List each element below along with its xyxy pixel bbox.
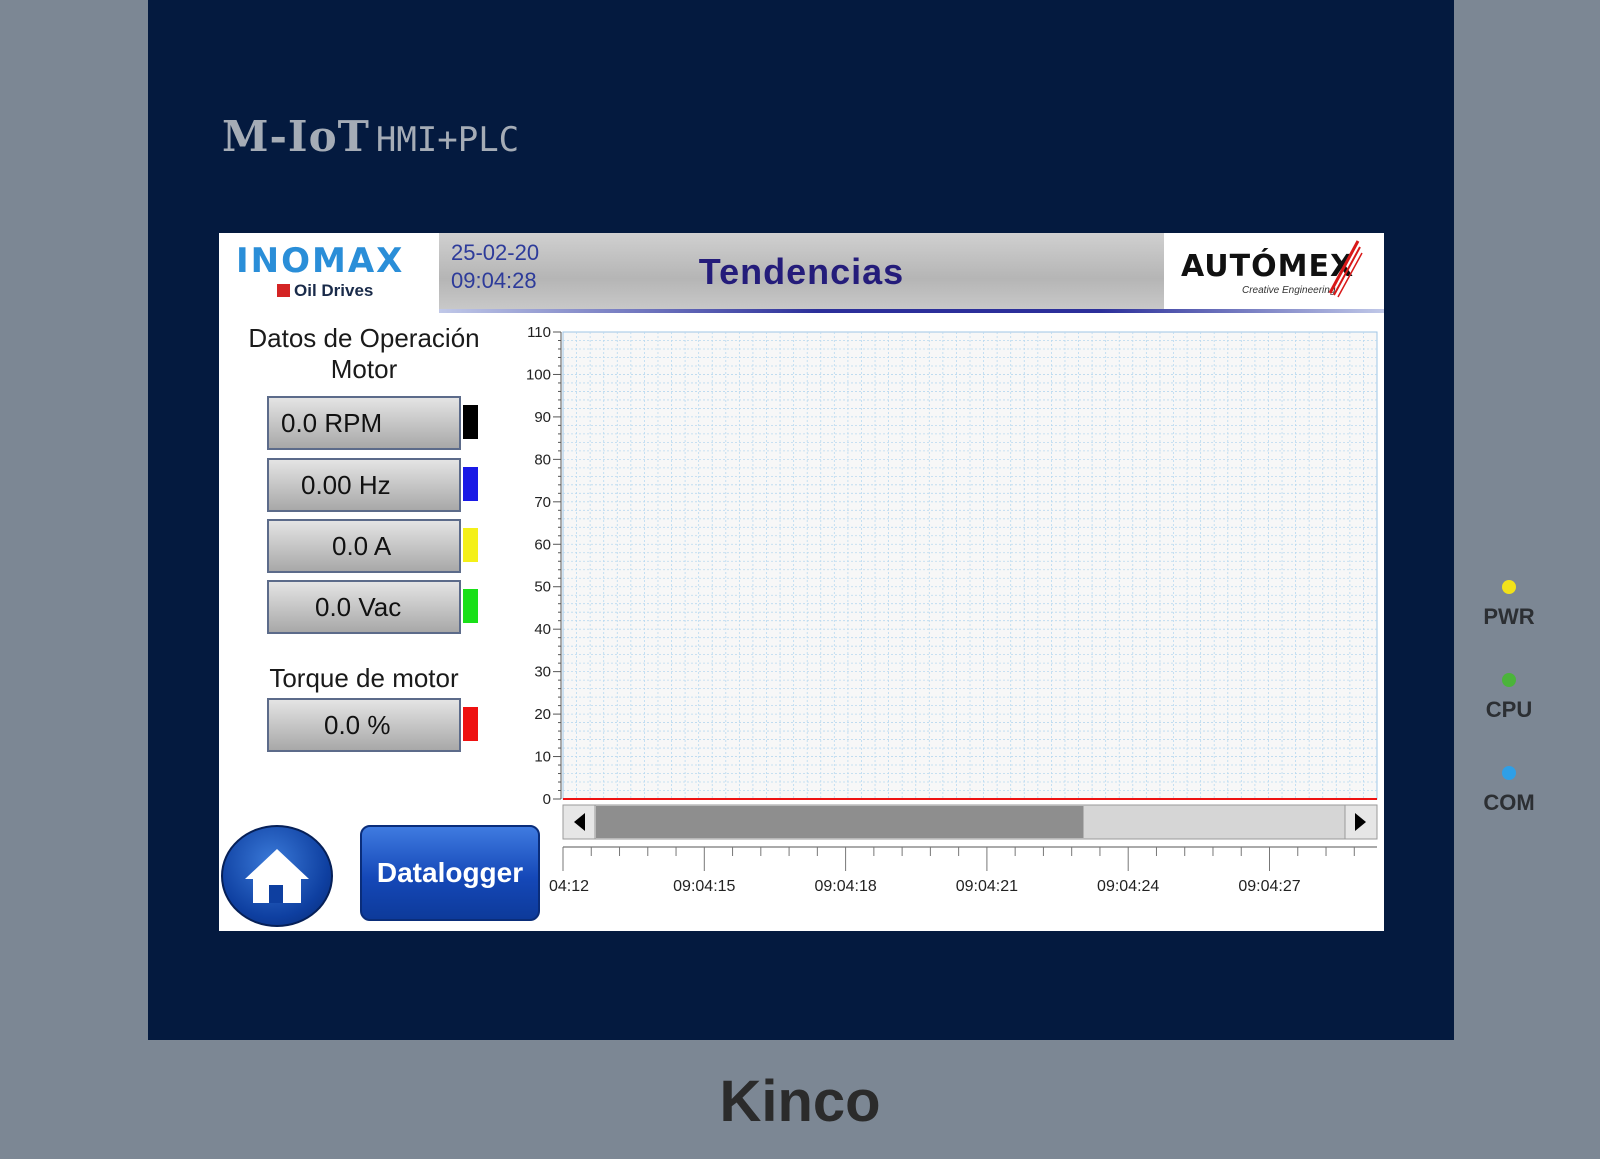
header-bar: 25-02-20 09:04:28 Tendencias bbox=[439, 233, 1164, 309]
rpm-display: 0.0 RPM bbox=[267, 396, 461, 450]
home-button[interactable] bbox=[221, 825, 333, 927]
y-tick-label: 110 bbox=[527, 324, 551, 341]
y-tick-label: 20 bbox=[534, 706, 551, 723]
com-led-icon bbox=[1502, 766, 1516, 780]
led-com: COM bbox=[1474, 766, 1544, 859]
x-tick-label: 09:04:15 bbox=[673, 878, 735, 895]
oildrives-text: Oil Drives bbox=[294, 281, 374, 300]
led-label: CPU bbox=[1485, 697, 1533, 722]
operation-data-title: Datos de Operación Motor bbox=[229, 323, 499, 385]
amps-display: 0.0 A bbox=[267, 519, 461, 573]
y-tick-label: 10 bbox=[534, 749, 551, 766]
led-label: COM bbox=[1483, 790, 1535, 815]
y-tick-label: 90 bbox=[534, 409, 551, 426]
hmi-frame: M-IoT HMI+PLC PWR CPU COM Kinco INOMAX Oi… bbox=[0, 0, 1600, 1159]
x-tick-label: 09:04:21 bbox=[956, 878, 1018, 895]
y-tick-label: 40 bbox=[534, 621, 551, 638]
scrollbar-thumb[interactable] bbox=[596, 806, 1084, 838]
operation-data-title-line1: Datos de Operación bbox=[248, 323, 480, 353]
header-divider bbox=[439, 309, 1384, 313]
cpu-led-icon bbox=[1502, 673, 1516, 687]
home-icon bbox=[245, 849, 309, 903]
inomax-logo-text: INOMAX bbox=[236, 241, 405, 281]
amps-legend-swatch bbox=[463, 528, 478, 562]
torque-title: Torque de motor bbox=[269, 663, 459, 693]
hz-legend-swatch bbox=[463, 467, 478, 501]
y-tick-label: 60 bbox=[534, 536, 551, 553]
device-brand-name: M-IoT bbox=[222, 112, 370, 161]
led-pwr: PWR bbox=[1474, 580, 1544, 673]
rpm-legend-swatch bbox=[463, 405, 478, 439]
y-tick-label: 100 bbox=[526, 366, 551, 383]
x-tick-label: 09:04:24 bbox=[1097, 878, 1159, 895]
inomax-logo: INOMAX Oil Drives bbox=[219, 233, 439, 311]
automex-tagline: Creative Engineering bbox=[1242, 285, 1336, 296]
led-cpu: CPU bbox=[1474, 673, 1544, 766]
led-label: PWR bbox=[1483, 604, 1535, 629]
hz-display: 0.00 Hz bbox=[267, 458, 461, 512]
x-tick-label: 04:12 bbox=[549, 878, 589, 895]
torque-display: 0.0 % bbox=[267, 698, 461, 752]
oildrives-mark-icon bbox=[277, 284, 290, 297]
x-tick-label: 09:04:27 bbox=[1238, 878, 1300, 895]
header: INOMAX Oil Drives 25-02-20 09:04:28 Tend… bbox=[219, 233, 1384, 313]
automex-logo: AUTÓMEX Creative Engineering bbox=[1164, 233, 1384, 311]
y-tick-label: 70 bbox=[534, 494, 551, 511]
oildrives-logo: Oil Drives bbox=[277, 281, 373, 301]
pwr-led-icon bbox=[1502, 580, 1516, 594]
volts-legend-swatch bbox=[463, 589, 478, 623]
volts-display: 0.0 Vac bbox=[267, 580, 461, 634]
y-tick-label: 80 bbox=[534, 451, 551, 468]
operation-data-title-line2: Motor bbox=[330, 354, 398, 384]
device-brand-model: HMI+PLC bbox=[375, 120, 520, 160]
y-tick-label: 50 bbox=[534, 579, 551, 596]
trend-chart: 0 10 20 30 40 50 60 70 80 90 100 110 04:12 09:04:15 09… bbox=[526, 324, 1378, 895]
status-leds: PWR CPU COM bbox=[1474, 580, 1544, 859]
x-tick-label: 09:04:18 bbox=[814, 878, 876, 895]
y-tick-label: 0 bbox=[543, 791, 551, 808]
device-brand: M-IoT HMI+PLC bbox=[222, 112, 519, 161]
y-tick-label: 30 bbox=[534, 664, 551, 681]
hmi-screen: INOMAX Oil Drives 25-02-20 09:04:28 Tend… bbox=[219, 233, 1384, 931]
torque-legend-swatch bbox=[463, 707, 478, 741]
maker-logo: Kinco bbox=[719, 1069, 881, 1134]
automex-swoosh-icon bbox=[1328, 240, 1363, 298]
page-title: Tendencias bbox=[698, 251, 905, 292]
